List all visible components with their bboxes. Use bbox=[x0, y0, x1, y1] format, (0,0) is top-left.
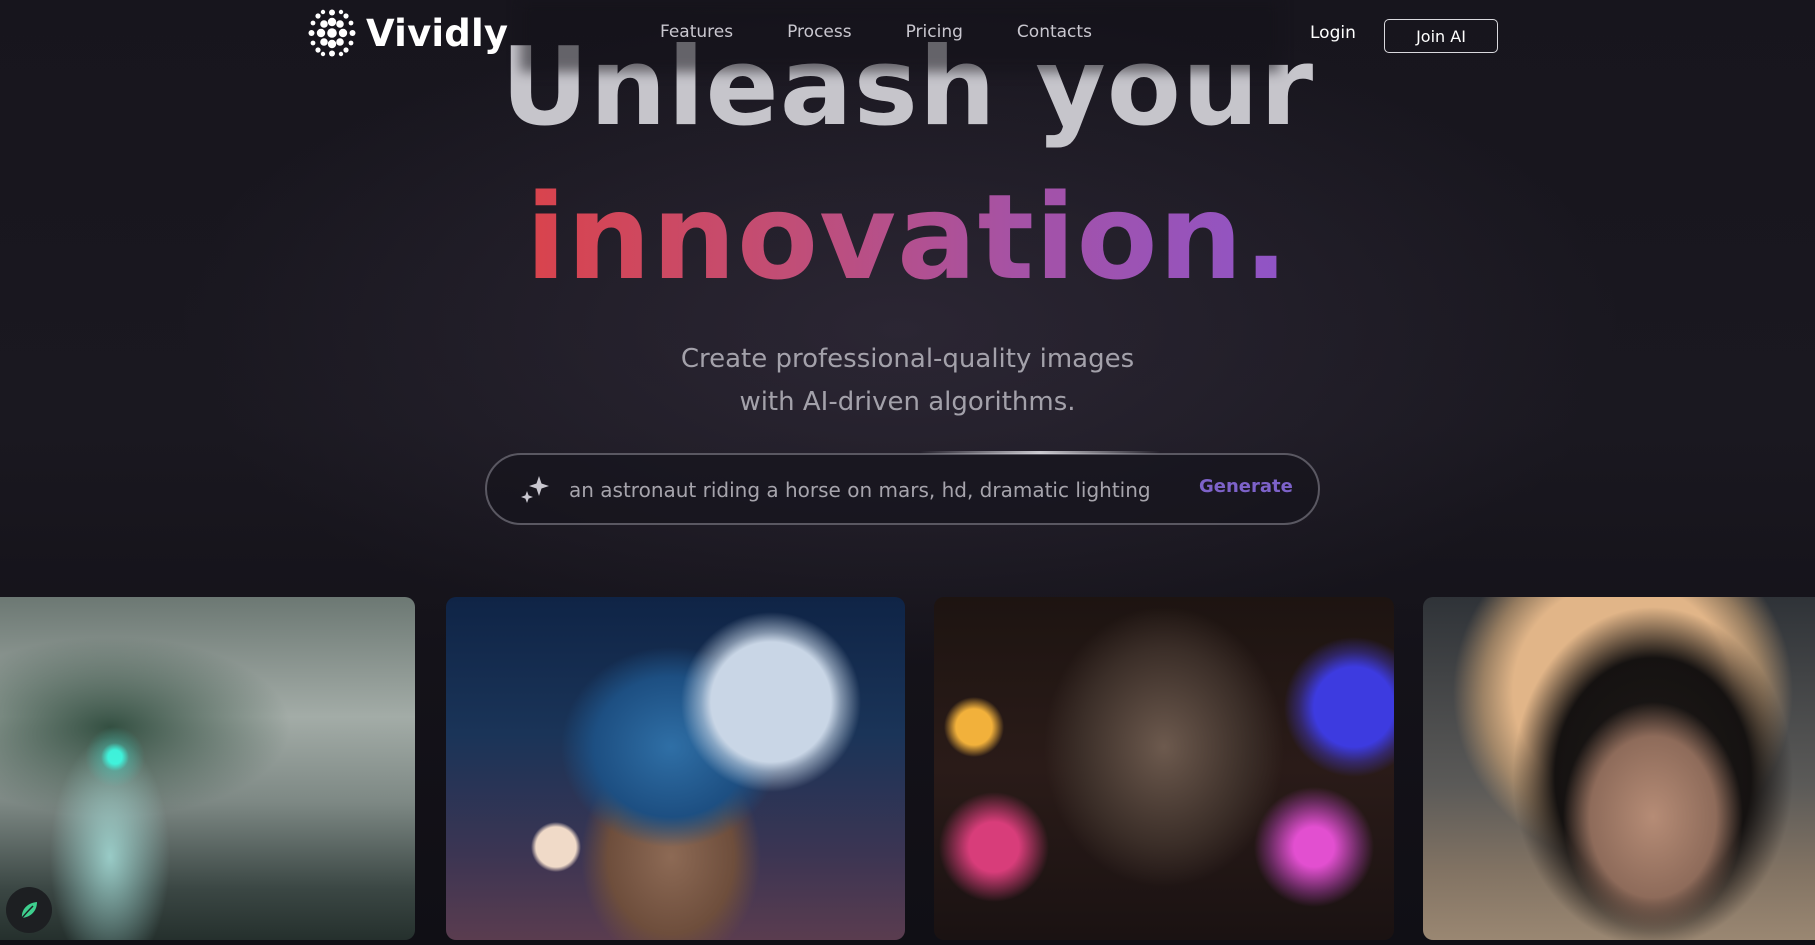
brand-logo[interactable]: Vividly bbox=[306, 6, 508, 60]
sparkle-icon bbox=[521, 476, 549, 503]
nav-link-pricing[interactable]: Pricing bbox=[906, 22, 963, 42]
login-link[interactable]: Login bbox=[1310, 23, 1356, 43]
top-navbar: Vividly Features Process Pricing Contact… bbox=[0, 0, 1815, 72]
join-button[interactable]: Join AI bbox=[1384, 19, 1498, 53]
nav-link-process[interactable]: Process bbox=[787, 22, 852, 42]
hero-gradient-text: innovation. bbox=[525, 168, 1290, 306]
gallery-image-dragon[interactable] bbox=[0, 597, 415, 940]
gallery-image-house[interactable] bbox=[446, 597, 905, 940]
hero-subtitle: Create professional-quality images with … bbox=[0, 338, 1815, 424]
leaf-icon bbox=[21, 902, 37, 919]
hero-subtitle-line2: with AI-driven algorithms. bbox=[739, 387, 1076, 417]
generate-button[interactable]: Generate bbox=[1199, 476, 1293, 497]
nav-links: Features Process Pricing Contacts bbox=[660, 22, 1146, 42]
brand-name: Vividly bbox=[366, 11, 509, 55]
nav-link-features[interactable]: Features bbox=[660, 22, 733, 42]
landing-page: Unleash your innovation. Vividly Feature… bbox=[0, 0, 1815, 945]
gallery-image-woman[interactable] bbox=[1423, 597, 1815, 940]
prompt-input[interactable] bbox=[567, 477, 1171, 503]
dotted-sphere-icon bbox=[308, 9, 356, 57]
gallery-image-cat[interactable] bbox=[934, 597, 1394, 940]
nav-link-contacts[interactable]: Contacts bbox=[1017, 22, 1092, 42]
hero-subtitle-line1: Create professional-quality images bbox=[680, 344, 1135, 374]
chat-fab-button[interactable] bbox=[6, 887, 52, 933]
prompt-bar-highlight bbox=[920, 451, 1160, 454]
hero-headline-line2: innovation. bbox=[0, 167, 1815, 307]
